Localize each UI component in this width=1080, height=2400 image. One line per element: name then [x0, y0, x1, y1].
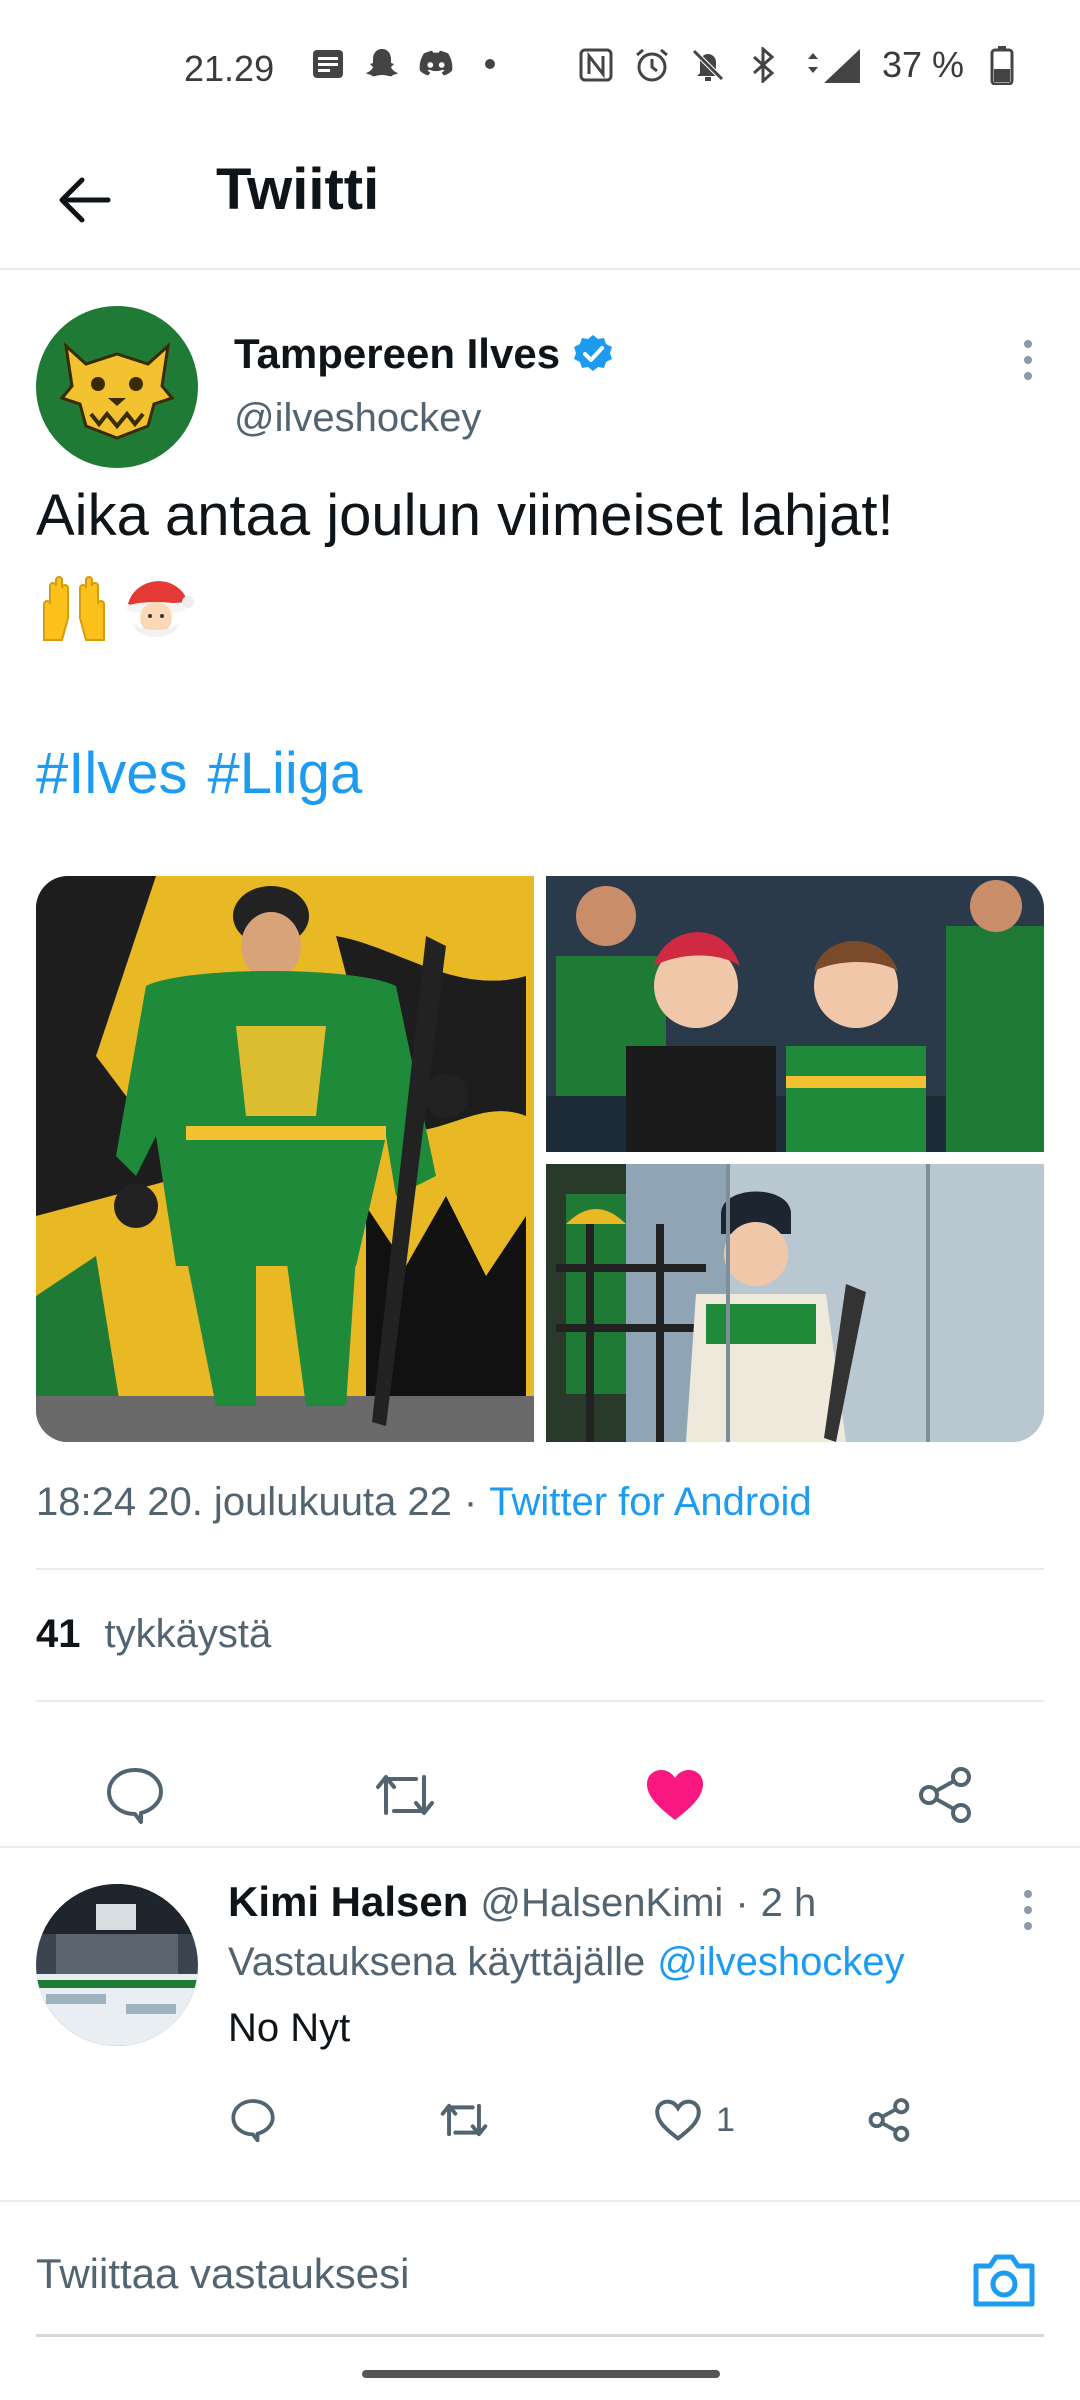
santa-emoji-icon: [126, 581, 194, 637]
meta-separator: ·: [463, 1480, 478, 1524]
reply-context-mention[interactable]: @ilveshockey: [657, 1940, 904, 1985]
reply-icon: [107, 1768, 163, 1824]
reply-author-name[interactable]: Kimi Halsen: [228, 1878, 468, 1926]
discord-icon: [418, 46, 454, 82]
bluetooth-icon: [746, 45, 782, 85]
reply-retweet-button[interactable]: [438, 2090, 490, 2150]
likes-summary[interactable]: 41 tykkäystä: [36, 1612, 271, 1657]
mute-icon: [690, 45, 726, 85]
alarm-icon: [634, 45, 670, 85]
reply-like-count: 1: [716, 2100, 735, 2139]
status-bar: 21.29 37 %: [0, 0, 1080, 120]
tweet-emojis: [36, 568, 194, 648]
likes-label: tykkäystä: [104, 1612, 272, 1656]
reply-context-prefix: Vastauksena käyttäjälle: [228, 1940, 646, 1984]
share-icon: [919, 1767, 971, 1823]
reply-action-bar: 1: [0, 2080, 1080, 2160]
divider: [36, 1700, 1044, 1702]
avatar[interactable]: [36, 306, 198, 468]
heart-outline-icon: [655, 2099, 701, 2141]
app-bar: Twiitti: [0, 120, 1080, 270]
reply-like-button[interactable]: 1: [654, 2090, 735, 2150]
hashtags: #Ilves #Liiga: [36, 740, 362, 807]
reply-text: No Nyt: [228, 2006, 351, 2050]
reply-icon: [231, 2099, 275, 2142]
battery-text: 37 %: [881, 44, 964, 85]
divider: [36, 1568, 1044, 1570]
hashtag-link[interactable]: #Liiga: [208, 740, 363, 807]
reply-reply-button[interactable]: [230, 2090, 276, 2150]
likes-count: 41: [36, 1612, 81, 1656]
back-button[interactable]: [44, 160, 124, 240]
compose-divider: [0, 2200, 1080, 2202]
reply-compose-input[interactable]: Twiittaa vastauksesi: [36, 2250, 410, 2298]
snapchat-icon: [364, 46, 400, 82]
tweet-action-bar: [0, 1740, 1080, 1850]
reply-separator: ·: [735, 1881, 749, 1925]
more-options-button[interactable]: [1006, 330, 1050, 390]
reply-button[interactable]: [90, 1750, 180, 1840]
retweet-icon: [440, 2103, 488, 2137]
compose-underline: [36, 2334, 1044, 2337]
reply-time: 2 h: [760, 1881, 817, 1925]
tweet-text: Aika antaa joulun viimeiset lahjat!: [36, 483, 894, 548]
share-icon: [868, 2098, 910, 2142]
tweet-timestamp: 18:24 20. joulukuuta 22: [36, 1480, 452, 1524]
media-image-fans-top[interactable]: [546, 876, 1044, 1152]
home-indicator[interactable]: [362, 2370, 720, 2378]
more-vertical-icon: [1024, 1890, 1032, 1930]
nfc-icon: [578, 45, 614, 85]
reply-share-button[interactable]: [866, 2090, 912, 2150]
media-image-fans-bottom[interactable]: [546, 1164, 1044, 1442]
retweet-button[interactable]: [360, 1750, 450, 1840]
reply-avatar[interactable]: [36, 1884, 198, 2046]
retweet-icon: [376, 1775, 434, 1815]
media-image-player[interactable]: [36, 876, 534, 1442]
signal-icon: [802, 45, 862, 85]
verified-badge-icon: [574, 335, 613, 371]
like-button[interactable]: [630, 1750, 720, 1840]
message-icon: [310, 46, 346, 82]
page-title: Twiitti: [216, 157, 380, 222]
media-grid: [36, 876, 1044, 1442]
reply-author-handle[interactable]: @HalsenKimi: [480, 1881, 723, 1926]
reply-more-options-button[interactable]: [1006, 1880, 1050, 1940]
tweet-source-link[interactable]: Twitter for Android: [489, 1480, 811, 1525]
arrow-left-icon: [59, 177, 111, 223]
hashtag-link[interactable]: #Ilves: [36, 740, 188, 807]
status-time: 21.29: [184, 48, 275, 89]
dot-icon: [472, 46, 508, 82]
camera-icon: [973, 2254, 1035, 2307]
camera-button[interactable]: [964, 2240, 1044, 2320]
author-handle[interactable]: @ilveshockey: [234, 396, 481, 441]
reply-context: Vastauksena käyttäjälle @ilveshockey: [228, 1940, 905, 1985]
share-button[interactable]: [900, 1750, 990, 1840]
section-separator: [0, 1846, 1080, 1848]
battery-icon: [984, 45, 1020, 85]
reply-header: Kimi Halsen @HalsenKimi · 2 h: [228, 1878, 816, 1926]
lynx-logo-icon: [36, 306, 198, 468]
raising-hands-emoji-icon: [43, 576, 105, 641]
more-vertical-icon: [1024, 340, 1032, 380]
heart-filled-icon: [647, 1770, 703, 1820]
author-name[interactable]: Tampereen Ilves: [234, 330, 614, 378]
tweet-meta: 18:24 20. joulukuuta 22 · Twitter for An…: [36, 1480, 812, 1525]
